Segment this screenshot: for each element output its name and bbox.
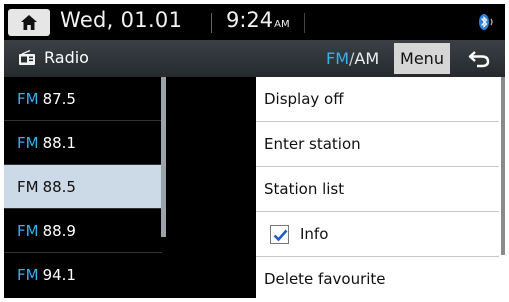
band-toggle-button[interactable]: FM/AM <box>320 45 385 72</box>
status-time: 9:24AM <box>226 8 290 32</box>
station-list-scrollbar[interactable] <box>161 77 166 237</box>
menu-item-delete-favourite[interactable]: Delete favourite <box>256 257 499 298</box>
band-fm-label: FM <box>326 49 350 68</box>
station-frequency: 88.5 <box>42 178 76 196</box>
time-value: 9:24 <box>226 8 274 32</box>
station-frequency: 88.1 <box>42 134 76 152</box>
station-band: FM <box>17 222 39 240</box>
status-bar: Wed, 01.01 9:24AM <box>4 4 505 40</box>
station-band: FM <box>17 266 39 284</box>
station-item[interactable]: FM 88.9 <box>4 209 162 253</box>
checkmark-icon <box>273 229 288 242</box>
station-item-selected[interactable]: FM 88.5 <box>4 165 162 209</box>
menu-scrollbar[interactable] <box>501 77 505 255</box>
station-item[interactable]: FM 88.1 <box>4 121 162 165</box>
bluetooth-icon <box>479 14 493 30</box>
home-button[interactable] <box>8 9 50 36</box>
page-title: Radio <box>44 48 89 67</box>
station-item[interactable]: FM 94.1 <box>4 253 162 297</box>
home-icon <box>21 15 37 30</box>
head-unit-screen: Wed, 01.01 9:24AM Radio FM/AM Menu FM 87… <box>4 4 505 298</box>
title-bar: Radio FM/AM Menu <box>4 40 505 77</box>
station-band: FM <box>17 178 39 196</box>
status-date: Wed, 01.01 <box>60 8 183 32</box>
info-checkbox[interactable] <box>270 225 289 244</box>
radio-icon <box>19 50 35 65</box>
station-frequency: 88.9 <box>42 222 76 240</box>
back-arrow-icon <box>468 51 490 68</box>
back-button[interactable] <box>456 43 501 74</box>
station-band: FM <box>17 134 39 152</box>
band-am-label: AM <box>354 49 380 68</box>
menu-item-display-off[interactable]: Display off <box>256 77 499 122</box>
station-item[interactable]: FM 87.5 <box>4 77 162 121</box>
station-band: FM <box>17 90 39 108</box>
station-frequency: 94.1 <box>42 266 76 284</box>
menu-item-station-list[interactable]: Station list <box>256 167 499 212</box>
status-divider <box>211 13 212 33</box>
menu-button[interactable]: Menu <box>394 43 450 74</box>
station-list: FM 87.5 FM 88.1 FM 88.5 FM 88.9 FM 94.1 <box>4 77 162 298</box>
time-ampm: AM <box>274 19 290 30</box>
menu-dropdown: Display off Enter station Station list I… <box>256 77 505 298</box>
station-frequency: 87.5 <box>42 90 76 108</box>
menu-item-info[interactable]: Info <box>256 212 499 257</box>
menu-item-enter-station[interactable]: Enter station <box>256 122 499 167</box>
status-divider <box>304 13 305 33</box>
